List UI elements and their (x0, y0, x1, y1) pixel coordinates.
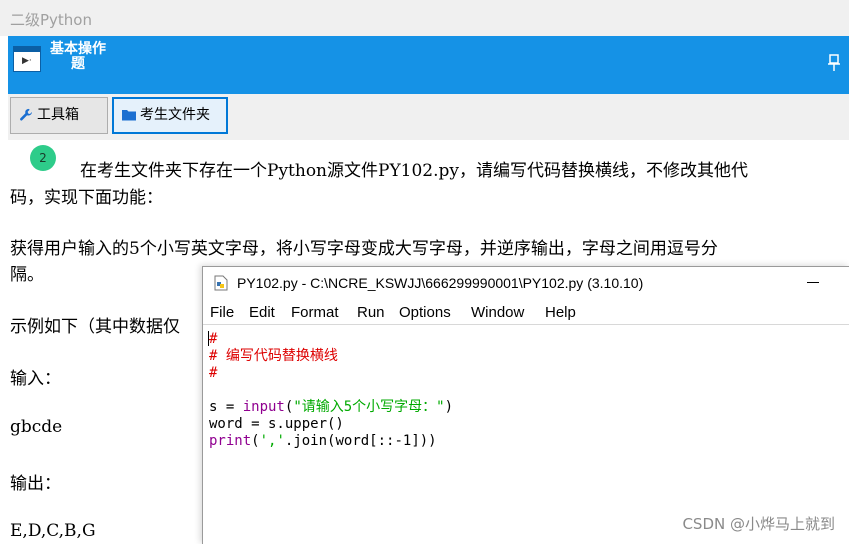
watermark: CSDN @小烨马上就到 (682, 515, 835, 533)
code-builtin: print (209, 433, 252, 449)
code-line: word = s.upper() (209, 416, 344, 432)
menu-options[interactable]: Options (399, 301, 451, 325)
code-comment: # 编写代码替换横线 (209, 348, 338, 364)
wrench-icon (20, 108, 32, 121)
python-file-icon (214, 275, 228, 291)
toolbox-label: 工具箱 (37, 107, 79, 123)
question-line: 在考生文件夹下存在一个Python源文件PY102.py，请编写代码替换横线，不… (80, 161, 749, 181)
minimize-button[interactable] (807, 282, 819, 283)
toolbar: 工具箱 考生文件夹 (8, 94, 849, 140)
menu-file[interactable]: File (210, 301, 234, 325)
question-number-badge: 2 (30, 145, 56, 171)
window-title: 二级Python (0, 0, 849, 36)
question-line: 输出： (10, 474, 61, 494)
basic-operation-icon: ▶· (13, 46, 41, 72)
editor-title-bar: PY102.py - C:\NCRE_KSWJJ\666299990001\PY… (203, 267, 849, 299)
question-line: 隔。 (10, 265, 44, 285)
menu-help[interactable]: Help (545, 301, 576, 325)
exam-folder-label: 考生文件夹 (140, 107, 210, 123)
code-token: s = (209, 399, 243, 415)
header-title: 基本操作题 (50, 41, 106, 72)
code-string: ',' (259, 433, 285, 449)
code-token: ) (444, 399, 454, 415)
menu-edit[interactable]: Edit (249, 301, 275, 325)
code-comment: # (209, 365, 218, 381)
exam-folder-button[interactable]: 考生文件夹 (112, 97, 228, 134)
question-line: gbcde (10, 417, 63, 437)
question-line: 获得用户输入的5个小写英文字母，将小写字母变成大写字母，并逆序输出，字母之间用逗… (10, 239, 718, 259)
idle-editor-window: PY102.py - C:\NCRE_KSWJJ\666299990001\PY… (202, 266, 849, 544)
code-editor[interactable]: # # 编写代码替换横线 # s = input ( "请输入5个小写字母：") w… (208, 331, 454, 450)
pin-icon[interactable] (827, 54, 841, 72)
code-token: .join(word[::-1])) (284, 433, 437, 449)
editor-menubar: File Edit Format Run Options Window Help (203, 301, 849, 325)
question-line: 示例如下（其中数据仅 (10, 317, 180, 337)
code-string: "请输入5个小写字母：" (293, 399, 445, 415)
question-line: E,D,C,B,G (10, 521, 96, 541)
code-comment: # (209, 331, 218, 347)
question-line: 输入： (10, 369, 61, 389)
menu-format[interactable]: Format (291, 301, 339, 325)
folder-icon (122, 110, 136, 121)
code-builtin: input (242, 399, 285, 415)
menu-run[interactable]: Run (357, 301, 385, 325)
toolbox-button[interactable]: 工具箱 (10, 97, 108, 134)
code-token: ( (251, 433, 260, 449)
menu-window[interactable]: Window (471, 301, 524, 325)
header-bar: ▶· 基本操作题 (8, 36, 849, 94)
editor-title: PY102.py - C:\NCRE_KSWJJ\666299990001\PY… (237, 275, 644, 291)
question-line: 码，实现下面功能： (10, 188, 163, 208)
